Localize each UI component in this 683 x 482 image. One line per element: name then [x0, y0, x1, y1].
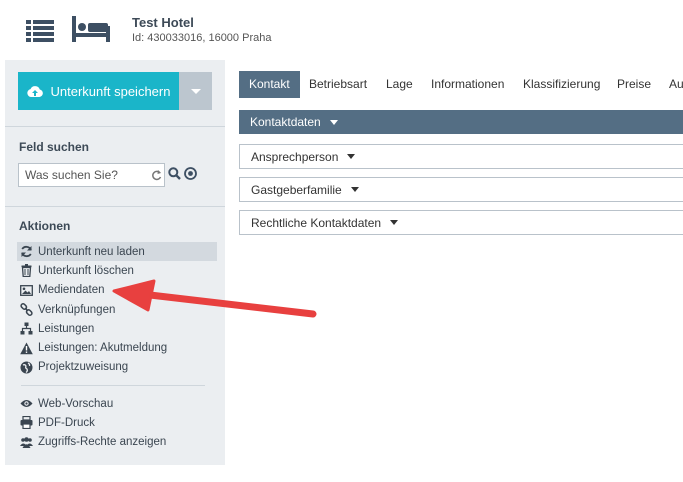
divider [5, 126, 225, 127]
action-label: Mediendaten [38, 284, 105, 297]
cloud-upload-icon [26, 85, 43, 97]
clear-refresh-icon[interactable] [151, 169, 162, 181]
panel-title: Rechtliche Kontaktdaten [251, 215, 382, 230]
action-label: PDF-Druck [38, 416, 95, 429]
refresh-icon [21, 246, 32, 258]
tab-lage[interactable]: Lage [386, 71, 413, 98]
action-services-urgent[interactable]: Leistungen: Akutmeldung [17, 338, 217, 357]
search-field[interactable] [18, 163, 165, 187]
panel-ansprechperson[interactable]: Ansprechperson [239, 144, 683, 169]
divider [5, 206, 225, 207]
action-label: Unterkunft löschen [38, 264, 134, 277]
caret-down-icon [329, 119, 338, 125]
tab-kontakt[interactable]: Kontakt [239, 71, 300, 98]
tab-informationen[interactable]: Informationen [431, 71, 504, 98]
page-title: Test Hotel [132, 15, 194, 30]
sidebar: Unterkunft speichern Feld suchen Aktione… [5, 60, 225, 465]
action-label: Leistungen: Akutmeldung [38, 342, 168, 355]
save-accommodation-button[interactable]: Unterkunft speichern [18, 72, 179, 110]
tab-betriebsart[interactable]: Betriebsart [309, 71, 367, 98]
action-label: Web-Vorschau [38, 397, 114, 410]
tab-aus[interactable]: Aus [669, 71, 683, 98]
action-label: Unterkunft neu laden [38, 245, 145, 258]
trash-icon [21, 264, 32, 278]
action-web-preview[interactable]: Web-Vorschau [17, 394, 217, 413]
panel-gastgeberfamilie[interactable]: Gastgeberfamilie [239, 177, 683, 202]
globe-icon [20, 361, 33, 374]
caret-down-icon [347, 154, 356, 159]
bed-icon [72, 16, 110, 42]
action-label: Projektzuweisung [38, 361, 129, 374]
tab-klassifizierung[interactable]: Klassifizierung [523, 71, 600, 98]
link-icon [20, 303, 33, 316]
save-dropdown-toggle[interactable] [179, 72, 212, 110]
panel-title: Gastgeberfamilie [251, 182, 342, 197]
action-project-assignment[interactable]: Projektzuweisung [17, 358, 217, 377]
search-input[interactable] [19, 164, 159, 186]
action-reload[interactable]: Unterkunft neu laden [17, 242, 217, 262]
chevron-down-icon [190, 88, 201, 94]
annotation-arrow-icon [112, 279, 317, 318]
top-bar: Test Hotel Id: 430033016, 16000 Praha [0, 0, 683, 55]
caret-down-icon [390, 220, 399, 225]
action-label: Zugriffs-Rechte anzeigen [38, 436, 167, 449]
caret-down-icon [350, 187, 359, 192]
clear-search-icon[interactable] [184, 167, 197, 180]
save-button-label: Unterkunft speichern [50, 83, 171, 99]
tab-bar: Kontakt Betriebsart Lage Informationen K… [239, 71, 683, 98]
hotel-id: Id: 430033016, 16000 Praha [132, 32, 272, 44]
image-icon [20, 284, 33, 296]
users-icon [20, 436, 33, 448]
action-show-access-rights[interactable]: Zugriffs-Rechte anzeigen [17, 433, 217, 452]
panel-title: Ansprechperson [251, 149, 339, 164]
sitemap-icon [20, 322, 33, 335]
warning-icon [20, 342, 33, 354]
action-pdf-print[interactable]: PDF-Druck [17, 413, 217, 432]
print-icon [20, 416, 33, 430]
action-label: Verknüpfungen [38, 303, 116, 316]
search-icon[interactable] [168, 167, 181, 180]
divider [21, 385, 205, 386]
secondary-actions-list: Web-Vorschau PDF-Druck Zugriffs-Rechte a… [17, 394, 217, 452]
panel-title: Kontaktdaten [250, 115, 321, 129]
tab-preise[interactable]: Preise [617, 71, 651, 98]
eye-icon [20, 400, 33, 408]
panel-kontaktdaten[interactable]: Kontaktdaten [239, 110, 683, 134]
search-section-title: Feld suchen [19, 140, 90, 154]
actions-section-title: Aktionen [19, 219, 71, 233]
panel-rechtliche-kontaktdaten[interactable]: Rechtliche Kontaktdaten [239, 210, 683, 235]
action-label: Leistungen [38, 322, 95, 335]
list-menu-icon[interactable] [26, 20, 54, 42]
action-services[interactable]: Leistungen [17, 319, 217, 338]
